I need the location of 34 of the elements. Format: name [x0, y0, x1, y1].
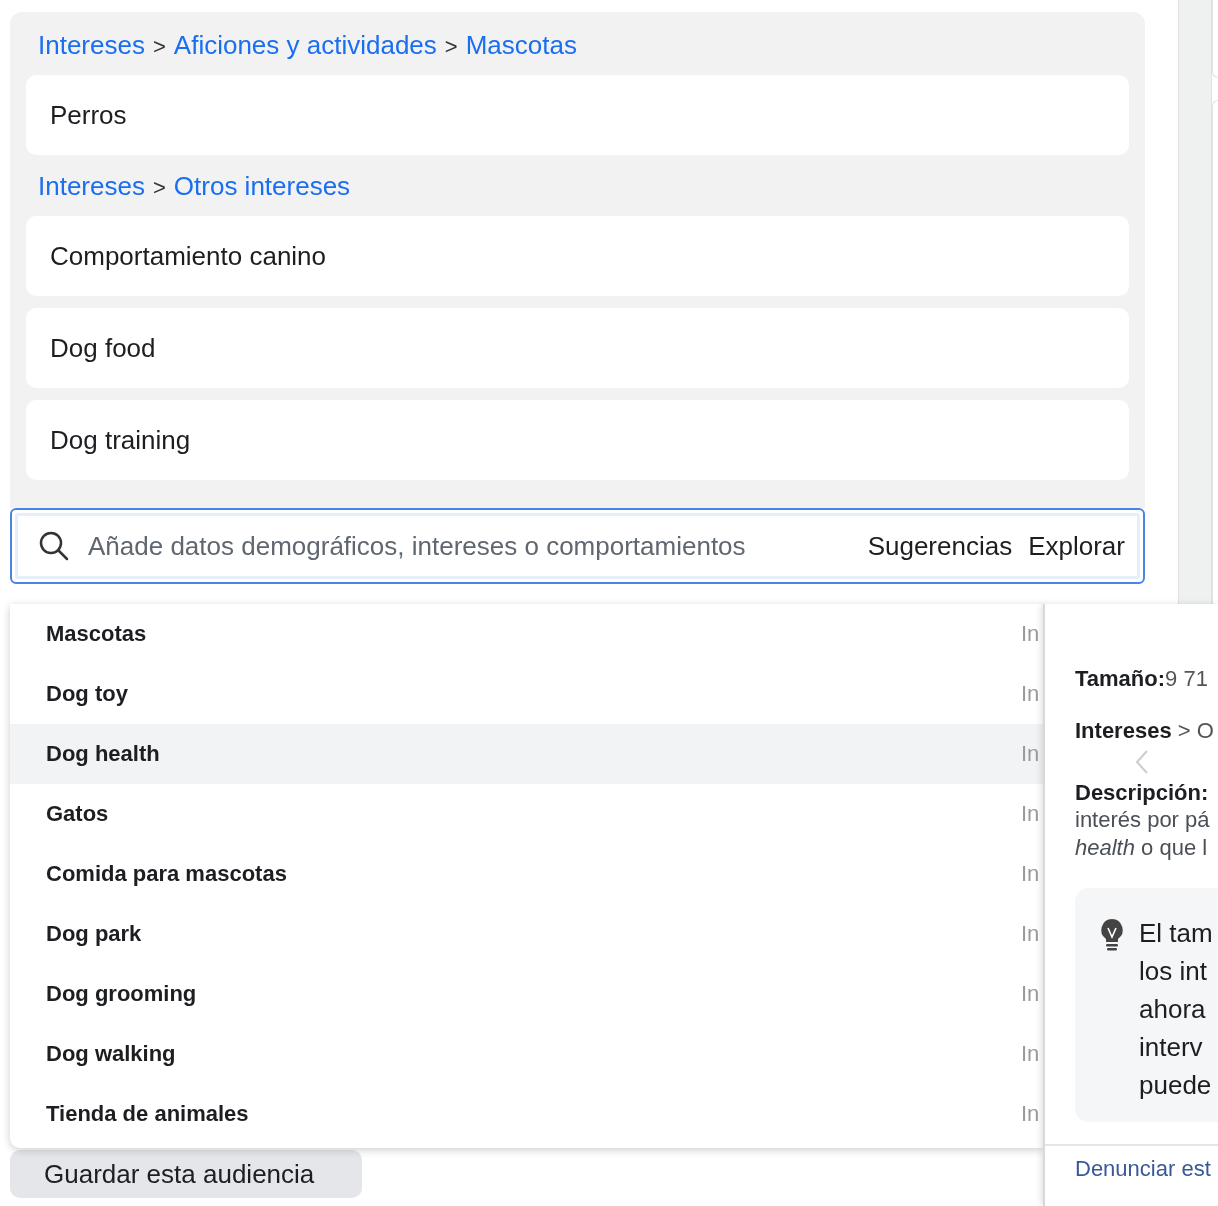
suggestion-item[interactable]: Comida para mascotas In [10, 844, 1043, 904]
breadcrumb-link[interactable]: Intereses [38, 171, 145, 202]
description-label: Descripción: [1075, 780, 1210, 806]
breadcrumb-link[interactable]: Otros intereses [173, 171, 351, 202]
tab-button[interactable]: Explorar [1028, 530, 1125, 562]
breadcrumb-link[interactable]: Mascotas [465, 30, 577, 61]
breadcrumb-link[interactable]: Aficiones y actividades [173, 30, 437, 61]
back-chevron-icon[interactable] [1135, 750, 1149, 774]
suggestion-item[interactable]: Dog grooming In [10, 964, 1043, 1024]
suggestion-item[interactable]: Tienda de animales In [10, 1084, 1043, 1144]
breadcrumb-separator: > [152, 34, 166, 60]
size-text: Tamaño:9 71 [1075, 666, 1209, 692]
lightbulb-icon [1099, 918, 1125, 952]
breadcrumb-link[interactable]: Intereses [38, 30, 145, 61]
suggestion-item[interactable]: Gatos In [10, 784, 1043, 844]
suggestion-item[interactable]: Dog walking In [10, 1024, 1043, 1084]
breadcrumb-separator: > [444, 34, 458, 60]
interest-item: Dog food [26, 308, 1129, 388]
interest-item: Perros [26, 75, 1129, 155]
report-link[interactable]: Denunciar est [1075, 1156, 1211, 1181]
suggestion-item[interactable]: Dog toy In [10, 664, 1043, 724]
tip-text: El tam los int ahora interv puede [1139, 917, 1213, 1102]
description-text: interés por pá health o que l [1075, 806, 1211, 862]
save-audience-button[interactable]: Guardar esta audiencia [10, 1150, 362, 1198]
tab-button[interactable]: Sugerencias [867, 530, 1013, 562]
suggestion-item[interactable]: Dog park In [10, 904, 1043, 964]
suggestion-item[interactable]: Dog health In [10, 724, 1043, 784]
category-path: Intereses > O [1075, 718, 1215, 744]
interest-item: Comportamiento canino [26, 216, 1129, 296]
search-field[interactable]: Añade datos demográficos, intereses o comportamientos Sugerencias Explorar [10, 508, 1145, 584]
suggestion-item[interactable]: Mascotas In [10, 604, 1043, 664]
search-icon [38, 530, 70, 562]
breadcrumb-separator: > [152, 175, 166, 201]
interest-item: Dog training [26, 400, 1129, 480]
